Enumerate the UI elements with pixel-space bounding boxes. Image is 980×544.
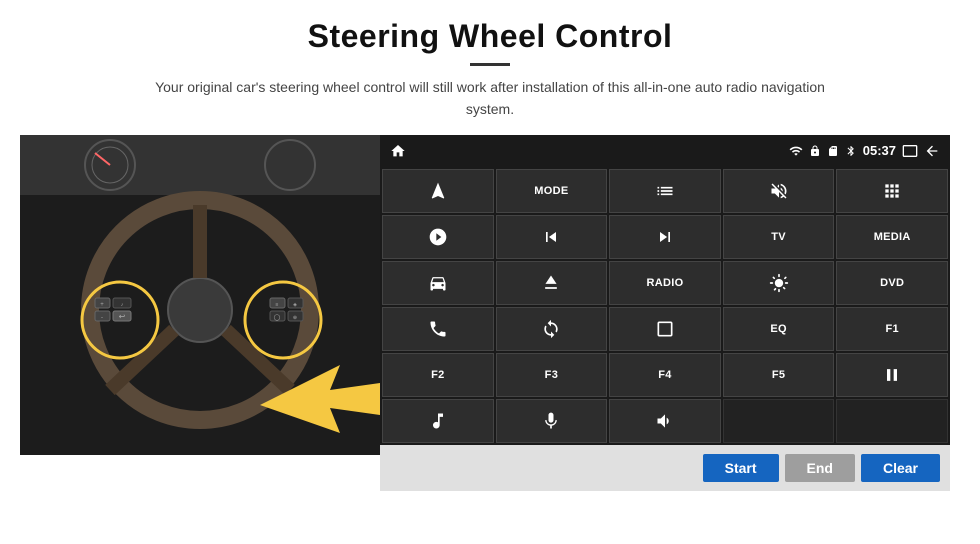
btn-brightness[interactable]	[723, 261, 835, 305]
btn-mode[interactable]: MODE	[496, 169, 608, 213]
btn-circle-arrow[interactable]	[496, 307, 608, 351]
start-button[interactable]: Start	[703, 454, 779, 482]
action-bar: Start End Clear	[380, 445, 950, 491]
wifi-icon	[789, 144, 803, 158]
btn-mic[interactable]	[496, 399, 608, 443]
back-icon	[924, 143, 940, 159]
status-right: 05:37	[789, 143, 940, 159]
btn-empty-1	[723, 399, 835, 443]
btn-dvd[interactable]: DVD	[836, 261, 948, 305]
btn-vol-phone[interactable]	[609, 399, 721, 443]
btn-empty-2	[836, 399, 948, 443]
status-bar: 05:37	[380, 135, 950, 167]
btn-phone[interactable]	[382, 307, 494, 351]
svg-text:↩: ↩	[119, 312, 126, 321]
btn-media[interactable]: MEDIA	[836, 215, 948, 259]
lock-icon	[809, 145, 821, 157]
bluetooth-icon	[845, 145, 857, 157]
btn-f1[interactable]: F1	[836, 307, 948, 351]
page-title: Steering Wheel Control	[20, 18, 960, 55]
btn-eq[interactable]: EQ	[723, 307, 835, 351]
btn-360-car[interactable]	[382, 261, 494, 305]
btn-navigate[interactable]	[382, 169, 494, 213]
btn-apps[interactable]	[836, 169, 948, 213]
button-grid: MODE	[380, 167, 950, 445]
btn-rectangle[interactable]	[609, 307, 721, 351]
svg-text:-: -	[101, 315, 103, 321]
title-section: Steering Wheel Control Your original car…	[20, 18, 960, 135]
svg-text:◈: ◈	[293, 302, 297, 308]
content-row: + - ♪ ↩ ≡ ◯ ◈ ⊕	[20, 135, 960, 491]
btn-play-pause[interactable]	[836, 353, 948, 397]
page-container: Steering Wheel Control Your original car…	[0, 0, 980, 544]
steering-wheel-image: + - ♪ ↩ ≡ ◯ ◈ ⊕	[20, 135, 380, 455]
head-unit-panel: 05:37 MODE	[380, 135, 950, 491]
btn-f4[interactable]: F4	[609, 353, 721, 397]
btn-f5[interactable]: F5	[723, 353, 835, 397]
btn-tv[interactable]: TV	[723, 215, 835, 259]
svg-text:≡: ≡	[276, 302, 279, 308]
btn-radio[interactable]: RADIO	[609, 261, 721, 305]
home-icon	[390, 143, 406, 159]
status-left	[390, 143, 406, 159]
btn-next[interactable]	[609, 215, 721, 259]
svg-text:⊕: ⊕	[293, 315, 297, 321]
btn-eject[interactable]	[496, 261, 608, 305]
end-button[interactable]: End	[785, 454, 855, 482]
title-divider	[470, 63, 510, 66]
btn-list[interactable]	[609, 169, 721, 213]
btn-prev[interactable]	[496, 215, 608, 259]
clear-button[interactable]: Clear	[861, 454, 940, 482]
sd-icon	[827, 145, 839, 157]
btn-settings-circle[interactable]	[382, 215, 494, 259]
btn-mute[interactable]	[723, 169, 835, 213]
screen-icon	[902, 143, 918, 159]
btn-f3[interactable]: F3	[496, 353, 608, 397]
subtitle: Your original car's steering wheel contr…	[150, 76, 830, 121]
btn-music[interactable]	[382, 399, 494, 443]
btn-f2[interactable]: F2	[382, 353, 494, 397]
time-display: 05:37	[863, 143, 896, 158]
svg-text:+: +	[100, 302, 104, 308]
svg-text:◯: ◯	[274, 314, 281, 321]
